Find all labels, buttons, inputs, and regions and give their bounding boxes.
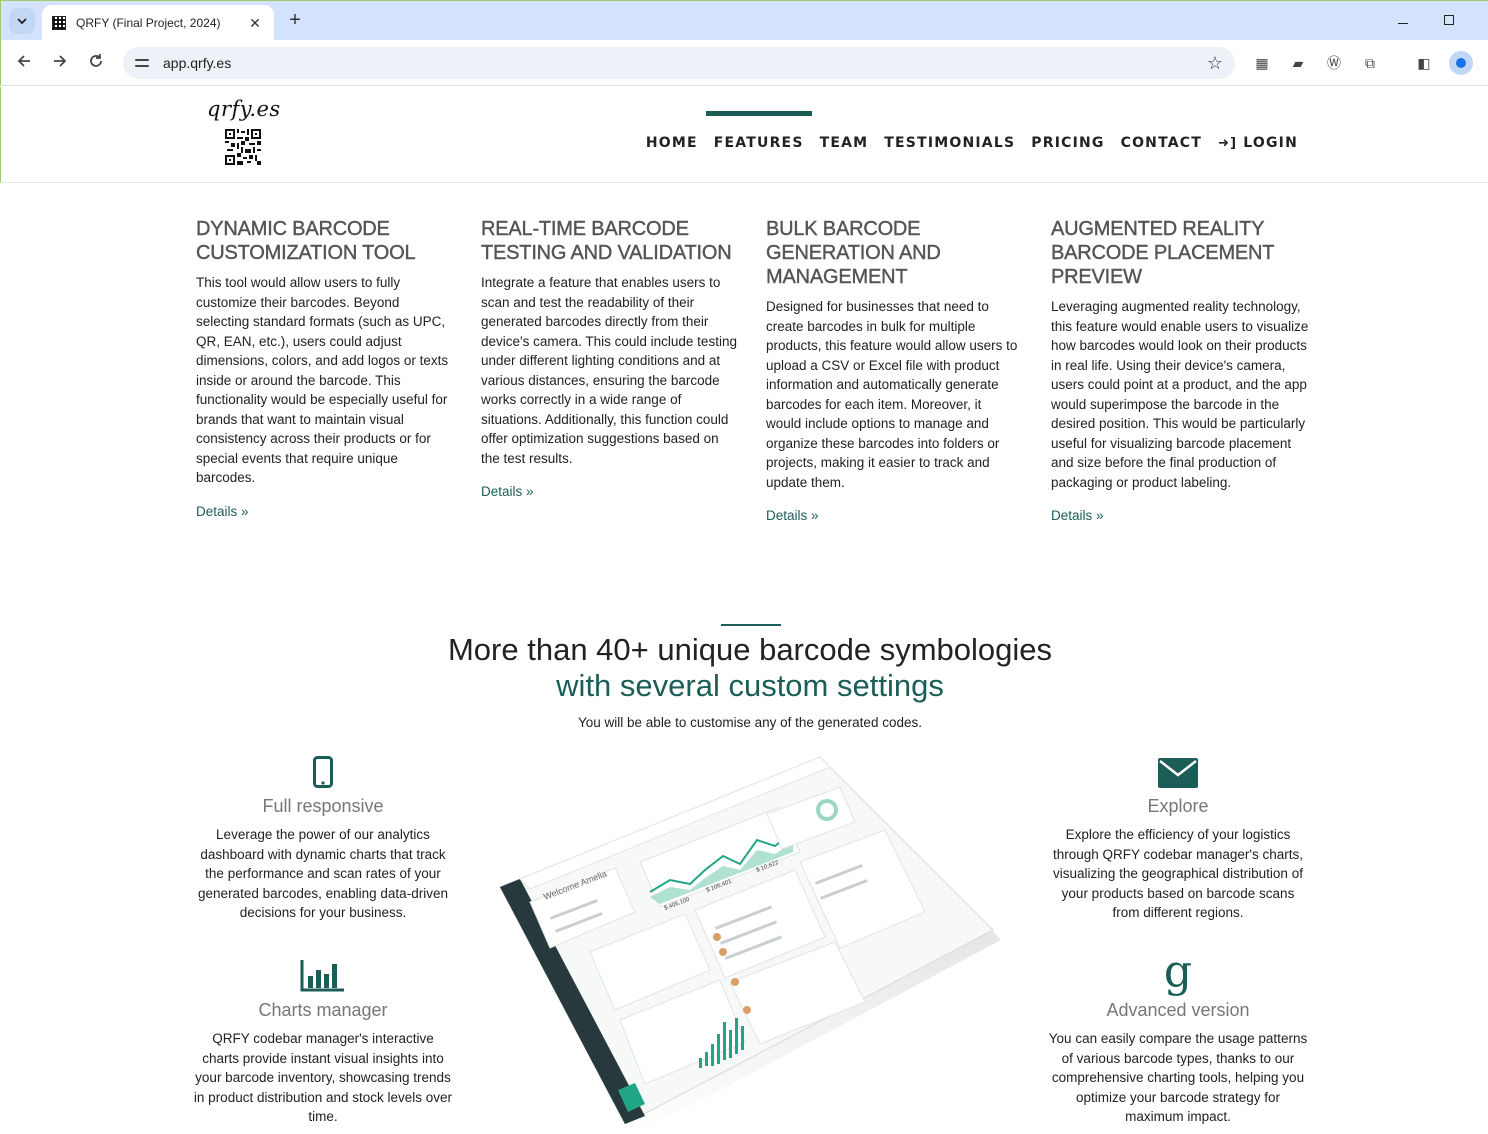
- arrow-right-icon: [54, 55, 67, 67]
- maximize-icon: [1444, 15, 1454, 25]
- qr-code-logo-icon: [225, 129, 261, 165]
- nav-contact[interactable]: CONTACT: [1121, 135, 1202, 151]
- nav-home[interactable]: HOME: [646, 135, 698, 151]
- feature-title: AUGMENTED REALITY BARCODE PLACEMENT PREV…: [1051, 218, 1275, 288]
- feature-body: Integrate a feature that enables users t…: [481, 275, 737, 466]
- google-g-icon: g: [1163, 946, 1193, 997]
- profile-avatar[interactable]: [1449, 51, 1473, 75]
- feature-title: BULK BARCODE GENERATION AND MANAGEMENT: [766, 218, 941, 288]
- feature-details-link[interactable]: Details »: [196, 504, 249, 519]
- arrow-left-icon: [17, 55, 30, 67]
- tab-title: QRFY (Final Project, 2024): [76, 16, 221, 30]
- feature-card: AUGMENTED REALITY BARCODE PLACEMENT PREV…: [1051, 217, 1313, 525]
- new-tab-button[interactable]: +: [284, 9, 306, 31]
- feature-card: DYNAMIC BARCODE CUSTOMIZATION TOOL This …: [196, 217, 454, 521]
- nav-team[interactable]: TEAM: [820, 135, 869, 151]
- site-logo[interactable]: qrfy.es: [207, 97, 281, 165]
- info-block-charts: Charts manager QRFY codebar manager's in…: [193, 952, 453, 1127]
- info-title: Full responsive: [262, 796, 384, 816]
- chevron-down-icon: [17, 18, 27, 24]
- feature-details-link[interactable]: Details »: [481, 484, 534, 499]
- feature-title: DYNAMIC BARCODE CUSTOMIZATION TOOL: [196, 218, 416, 264]
- maximize-button[interactable]: [1439, 11, 1459, 31]
- info-title: Charts manager: [258, 1000, 388, 1020]
- nav-testimonials[interactable]: TESTIMONIALS: [884, 135, 1015, 151]
- close-tab-icon[interactable]: ✕: [246, 15, 264, 32]
- nav-login-label: LOGIN: [1243, 135, 1298, 151]
- sign-in-icon: ➜]: [1218, 136, 1238, 151]
- info-block-explore: Explore Explore the efficiency of your l…: [1048, 748, 1308, 923]
- browser-tabbar: QRFY (Final Project, 2024) ✕ +: [0, 0, 1488, 41]
- section-divider: [721, 624, 781, 626]
- reload-button[interactable]: [84, 51, 108, 75]
- info-block-advanced: g Advanced version You can easily compar…: [1048, 946, 1308, 1127]
- bar-chart-icon: [193, 952, 453, 992]
- tab-search-button[interactable]: [9, 8, 35, 34]
- feature-card: REAL-TIME BARCODE TESTING AND VALIDATION…: [481, 217, 739, 501]
- feature-details-link[interactable]: Details »: [766, 508, 819, 523]
- info-body: Leverage the power of our analytics dash…: [198, 827, 448, 920]
- profile-icon: [1456, 58, 1466, 68]
- browser-tab[interactable]: QRFY (Final Project, 2024) ✕: [42, 5, 274, 41]
- nav-features[interactable]: FEATURES: [705, 111, 812, 151]
- main-nav: HOME FEATURES TEAM TESTIMONIALS PRICING …: [630, 87, 1298, 183]
- site-info-icon[interactable]: [135, 55, 151, 71]
- feature-details-link[interactable]: Details »: [1051, 508, 1104, 523]
- info-title: Explore: [1147, 796, 1209, 816]
- symbologies-subtitle: with several custom settings: [556, 668, 944, 703]
- mobile-icon: [193, 748, 453, 788]
- logo-text: qrfy.es: [207, 97, 281, 121]
- minimize-button[interactable]: [1393, 11, 1413, 31]
- nav-pricing[interactable]: PRICING: [1031, 135, 1104, 151]
- info-block-responsive: Full responsive Leverage the power of ou…: [193, 748, 453, 923]
- address-bar[interactable]: app.qrfy.es ☆: [123, 47, 1235, 79]
- feature-title: REAL-TIME BARCODE TESTING AND VALIDATION: [481, 218, 732, 264]
- wordpress-extension-icon[interactable]: Ⓦ: [1324, 53, 1344, 73]
- back-button[interactable]: [12, 51, 36, 75]
- site-header: qrfy.es HOME FEATURES TEAM TESTIMONIALS …: [0, 87, 1488, 183]
- info-body: QRFY codebar manager's interactive chart…: [193, 1031, 453, 1124]
- feature-body: This tool would allow users to fully cus…: [196, 275, 449, 485]
- feature-card: BULK BARCODE GENERATION AND MANAGEMENT D…: [766, 217, 1018, 525]
- feature-body: Designed for businesses that need to cre…: [766, 299, 1018, 490]
- symbologies-description: You will be able to customise any of the…: [578, 715, 922, 730]
- tablet-extension-icon[interactable]: ▰: [1288, 53, 1308, 73]
- qr-extension-icon[interactable]: ▦: [1252, 53, 1272, 73]
- nav-login[interactable]: ➜] LOGIN: [1218, 135, 1298, 151]
- side-panel-icon[interactable]: ◧: [1414, 53, 1434, 73]
- bookmark-star-icon[interactable]: ☆: [1207, 53, 1223, 74]
- feature-body: Leveraging augmented reality technology,…: [1051, 299, 1309, 490]
- symbologies-title: More than 40+ unique barcode symbologies: [447, 632, 1053, 667]
- reload-icon: [90, 54, 102, 67]
- qr-favicon-icon: [52, 16, 66, 30]
- puzzle-extensions-icon[interactable]: ⧉: [1360, 53, 1380, 73]
- minimize-icon: [1398, 22, 1408, 24]
- url-text[interactable]: app.qrfy.es: [163, 55, 1207, 71]
- dashboard-preview-image: Welcome Amelia $ 406,100 $ 106,401 $ 10,…: [495, 752, 1001, 1134]
- envelope-icon: [1048, 748, 1308, 788]
- forward-button[interactable]: [48, 51, 72, 75]
- info-body: You can easily compare the usage pattern…: [1048, 1031, 1308, 1124]
- info-body: Explore the efficiency of your logistics…: [1053, 827, 1303, 920]
- info-title: Advanced version: [1106, 1000, 1250, 1020]
- browser-toolbar: app.qrfy.es ☆ ▦ ▰ Ⓦ ⧉ ◧: [0, 40, 1488, 86]
